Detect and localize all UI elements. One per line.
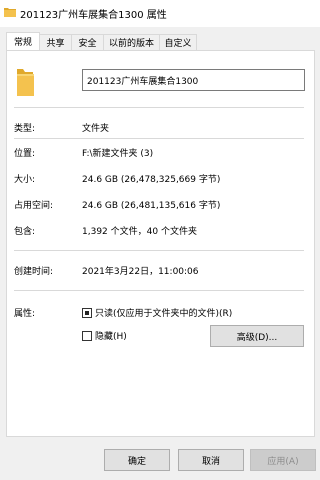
created-label: 创建时间:	[14, 267, 54, 277]
contains-label: 包含:	[14, 227, 36, 237]
cancel-button[interactable]: 取消	[178, 449, 244, 471]
readonly-label[interactable]: 只读(仅应用于文件夹中的文件)(R)	[95, 306, 232, 319]
folder-icon	[17, 69, 34, 96]
folder-name-input[interactable]: 201123广州车展集合1300	[82, 69, 305, 91]
hidden-checkbox[interactable]	[82, 331, 92, 341]
title-bar: 201123广州车展集合1300 属性	[0, 0, 320, 27]
readonly-checkbox[interactable]	[82, 308, 92, 318]
location-label: 位置:	[14, 149, 36, 159]
type-label: 类型:	[14, 124, 36, 134]
size-label: 大小:	[14, 175, 36, 185]
divider	[14, 107, 304, 108]
type-value: 文件夹	[82, 124, 110, 134]
tab-previous-versions[interactable]: 以前的版本	[103, 34, 160, 50]
created-value: 2021年3月22日，11:00:06	[82, 267, 199, 277]
window-title: 201123广州车展集合1300 属性	[20, 10, 167, 21]
contains-value: 1,392 个文件，40 个文件夹	[82, 227, 197, 237]
divider	[14, 138, 304, 139]
properties-panel	[6, 50, 315, 437]
size-on-disk-label: 占用空间:	[14, 201, 54, 211]
advanced-button[interactable]: 高级(D)...	[210, 325, 304, 347]
tab-general[interactable]: 常规	[6, 32, 40, 50]
location-value: F:\新建文件夹 (3)	[82, 149, 154, 159]
divider	[14, 290, 304, 291]
size-value: 24.6 GB (26,478,325,669 字节)	[82, 175, 221, 185]
tab-strip: 常规 共享 安全 以前的版本 自定义	[6, 32, 197, 50]
folder-icon	[4, 8, 16, 17]
tab-sharing[interactable]: 共享	[39, 34, 72, 50]
divider	[14, 250, 304, 251]
tab-customize[interactable]: 自定义	[159, 34, 197, 50]
hidden-label[interactable]: 隐藏(H)	[95, 329, 127, 342]
ok-button[interactable]: 确定	[104, 449, 170, 471]
attributes-label: 属性:	[14, 309, 36, 319]
size-on-disk-value: 24.6 GB (26,481,135,616 字节)	[82, 201, 221, 211]
tab-security[interactable]: 安全	[71, 34, 104, 50]
apply-button[interactable]: 应用(A)	[250, 449, 316, 471]
